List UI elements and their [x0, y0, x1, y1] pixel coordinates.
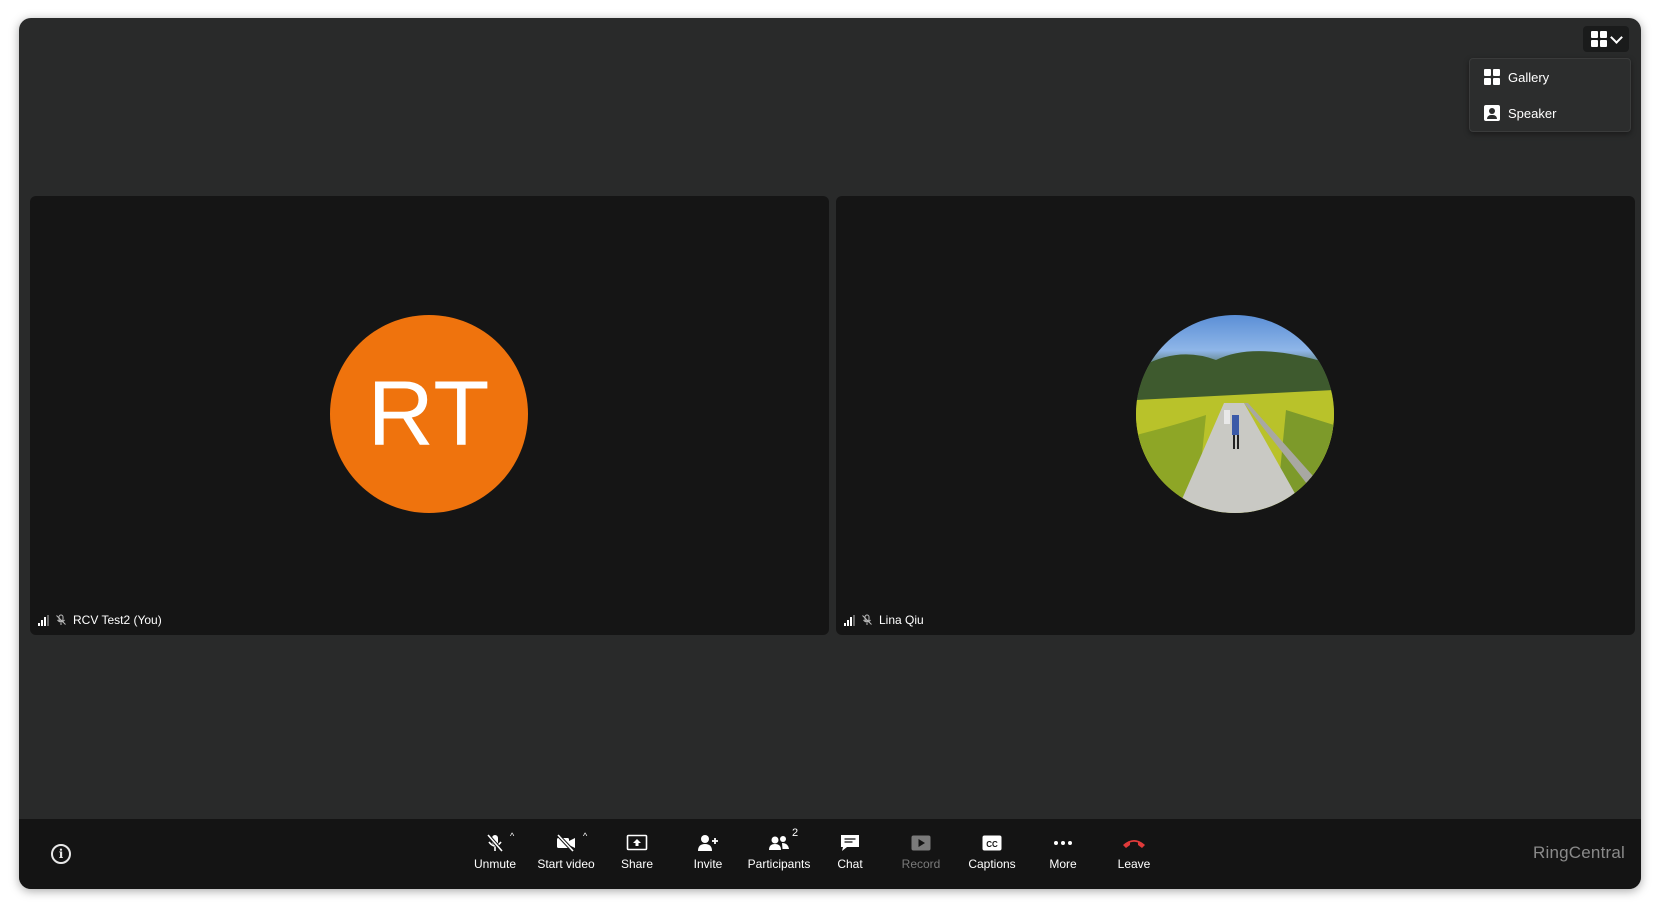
meeting-window: Gallery Speaker RT RCV Test2 (You) Lina … [19, 18, 1641, 889]
captions-label: Captions [968, 857, 1016, 871]
avatar: RT [330, 315, 528, 513]
layout-menu: Gallery Speaker [1469, 58, 1631, 132]
mic-muted-icon [486, 833, 504, 853]
participants-button[interactable]: 2 Participants [744, 827, 814, 879]
more-button[interactable]: More [1028, 829, 1098, 879]
speaker-view-icon [1484, 105, 1500, 121]
svg-text:CC: CC [986, 840, 998, 849]
record-label: Record [901, 857, 941, 871]
menu-item-gallery[interactable]: Gallery [1470, 59, 1630, 95]
video-tile-self[interactable]: RT RCV Test2 (You) [30, 196, 829, 635]
participant-label: RCV Test2 (You) [38, 613, 162, 627]
unmute-options-caret[interactable]: ^ [510, 831, 514, 841]
captions-button[interactable]: CC Captions [957, 829, 1027, 879]
meeting-toolbar: i ^ Unmute ^ Start video Share Invite 2 … [19, 819, 1641, 889]
participant-name: Lina Qiu [879, 613, 924, 627]
video-off-icon [556, 833, 575, 853]
mic-muted-icon [862, 614, 872, 625]
record-button[interactable]: Record [886, 829, 956, 879]
record-icon [911, 835, 931, 851]
signal-strength-icon [38, 614, 49, 626]
layout-toggle-button[interactable] [1583, 26, 1629, 52]
chevron-down-icon [1610, 30, 1623, 44]
menu-item-label: Speaker [1508, 105, 1557, 121]
share-button[interactable]: Share [602, 829, 672, 879]
brand-logo: RingCentral [1533, 843, 1625, 862]
participant-name: RCV Test2 (You) [73, 613, 162, 627]
video-tile-remote[interactable]: Lina Qiu [836, 196, 1635, 635]
menu-item-speaker[interactable]: Speaker [1470, 95, 1630, 131]
invite-button[interactable]: Invite [673, 829, 743, 879]
gallery-grid-icon [1484, 69, 1500, 85]
share-label: Share [620, 857, 654, 871]
start-video-label: Start video [537, 857, 595, 871]
hang-up-phone-icon [1123, 840, 1145, 848]
avatar [1136, 315, 1334, 513]
leave-label: Leave [1117, 857, 1151, 871]
gallery-grid-icon [1591, 31, 1607, 47]
share-screen-icon [626, 834, 648, 851]
participants-icon [769, 836, 789, 850]
participant-label: Lina Qiu [844, 613, 924, 627]
profile-photo [1136, 351, 1334, 513]
more-label: More [1049, 857, 1077, 871]
chat-label: Chat [837, 857, 863, 871]
chat-bubble-icon [841, 835, 859, 851]
signal-strength-icon [844, 614, 855, 626]
video-options-caret[interactable]: ^ [583, 831, 587, 841]
leave-button[interactable]: Leave [1099, 829, 1169, 879]
add-person-icon [698, 835, 718, 851]
closed-captions-icon: CC [982, 835, 1002, 851]
unmute-button[interactable]: ^ Unmute [460, 829, 530, 879]
info-icon[interactable]: i [51, 844, 71, 864]
start-video-button[interactable]: ^ Start video [531, 829, 601, 879]
participants-label: Participants [747, 857, 811, 871]
menu-item-label: Gallery [1508, 69, 1550, 85]
mic-muted-icon [56, 614, 66, 625]
unmute-label: Unmute [473, 857, 517, 871]
invite-label: Invite [693, 857, 723, 871]
more-dots-icon [1054, 841, 1072, 845]
participants-count-badge: 2 [792, 827, 799, 839]
chat-button[interactable]: Chat [815, 829, 885, 879]
